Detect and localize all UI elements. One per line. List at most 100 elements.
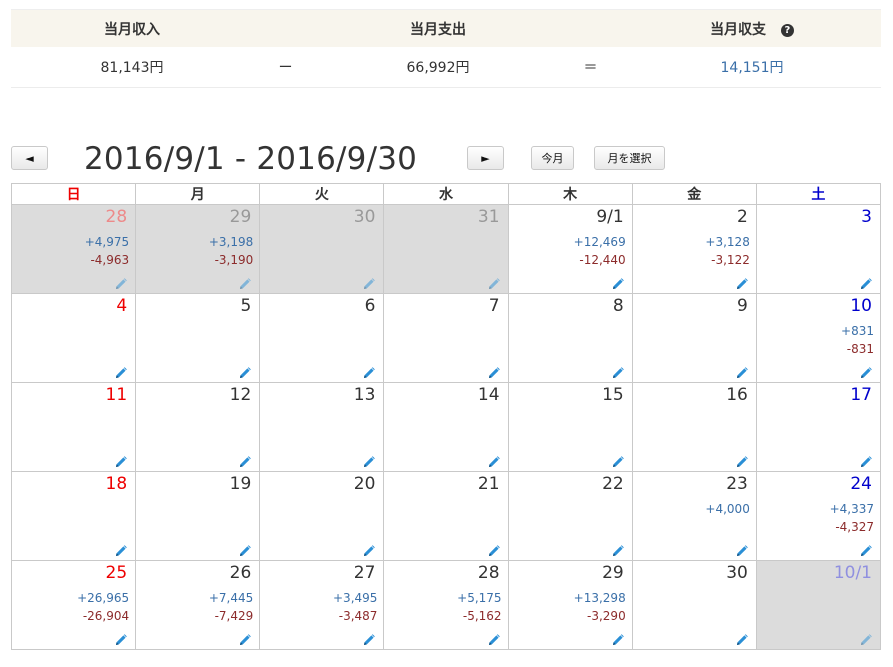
- pencil-icon[interactable]: [736, 631, 748, 645]
- help-icon[interactable]: ?: [780, 23, 794, 37]
- day-number: 12: [229, 385, 252, 405]
- weekday-mon: 月: [135, 183, 261, 205]
- pencil-icon[interactable]: [488, 275, 500, 289]
- calendar-day-cell[interactable]: 3: [755, 204, 882, 294]
- pencil-icon[interactable]: [115, 364, 127, 378]
- pencil-icon[interactable]: [736, 542, 748, 556]
- pencil-icon[interactable]: [488, 364, 500, 378]
- day-number: 7: [488, 296, 500, 316]
- pencil-icon[interactable]: [363, 453, 376, 467]
- pencil-icon[interactable]: [115, 275, 127, 289]
- calendar-day-cell[interactable]: 10/1: [755, 560, 882, 650]
- calendar-day-cell[interactable]: 10 +831 -831: [755, 293, 882, 383]
- pencil-icon[interactable]: [860, 275, 872, 289]
- calendar-day-cell[interactable]: 28 +5,175 -5,162: [383, 560, 509, 650]
- next-month-button[interactable]: ►: [467, 146, 504, 170]
- calendar-day-cell[interactable]: 12: [135, 382, 261, 472]
- pencil-icon[interactable]: [239, 542, 252, 556]
- summary-header-row: 当月収入 当月支出 当月収支 ?: [11, 9, 881, 47]
- day-number: 30: [353, 207, 376, 227]
- calendar-day-cell[interactable]: 19: [135, 471, 261, 561]
- pencil-icon[interactable]: [612, 631, 624, 645]
- calendar-day-cell[interactable]: 16: [631, 382, 757, 472]
- pencil-icon[interactable]: [239, 275, 252, 289]
- calendar-day-cell[interactable]: 24 +4,337 -4,327: [755, 471, 882, 561]
- select-month-button[interactable]: 月を選択: [594, 146, 665, 170]
- pencil-icon[interactable]: [736, 453, 748, 467]
- calendar-day-cell[interactable]: 7: [383, 293, 509, 383]
- weekday-wed: 水: [383, 183, 509, 205]
- calendar-day-cell[interactable]: 4: [10, 293, 137, 383]
- pencil-icon[interactable]: [239, 453, 252, 467]
- day-number: 27: [353, 563, 376, 583]
- calendar-day-cell[interactable]: 6: [259, 293, 385, 383]
- pencil-icon[interactable]: [363, 542, 376, 556]
- calendar-day-cell[interactable]: 20: [259, 471, 385, 561]
- calendar-day-cell[interactable]: 23 +4,000: [631, 471, 757, 561]
- weekday-sun: 日: [10, 183, 137, 205]
- calendar-day-cell[interactable]: 29 +13,298 -3,290: [507, 560, 633, 650]
- day-expense: -26,904: [82, 609, 130, 623]
- day-income: +5,175: [457, 591, 502, 605]
- this-month-button[interactable]: 今月: [531, 146, 574, 170]
- calendar-day-cell[interactable]: 29 +3,198 -3,190: [135, 204, 261, 294]
- calendar-day-cell[interactable]: 21: [383, 471, 509, 561]
- day-number: 22: [602, 474, 624, 494]
- pencil-icon[interactable]: [115, 542, 127, 556]
- pencil-icon[interactable]: [488, 542, 500, 556]
- calendar-day-cell[interactable]: 31: [383, 204, 509, 294]
- calendar-nav: ◄ 2016/9/1 - 2016/9/30 ► 今月 月を選択: [11, 140, 881, 180]
- pencil-icon[interactable]: [115, 453, 127, 467]
- pencil-icon[interactable]: [239, 631, 252, 645]
- day-number: 5: [240, 296, 252, 316]
- calendar-day-cell[interactable]: 30: [259, 204, 385, 294]
- pencil-icon[interactable]: [860, 542, 872, 556]
- day-number: 23: [726, 474, 748, 494]
- calendar-day-cell[interactable]: 9: [631, 293, 757, 383]
- calendar-day-cell[interactable]: 2 +3,128 -3,122: [631, 204, 757, 294]
- income-value: 81,143円: [100, 60, 164, 76]
- pencil-icon[interactable]: [488, 453, 500, 467]
- calendar-day-cell[interactable]: 5: [135, 293, 261, 383]
- day-income: +26,965: [77, 591, 130, 605]
- calendar-day-cell[interactable]: 11: [10, 382, 137, 472]
- pencil-icon[interactable]: [363, 364, 376, 378]
- day-expense: -5,162: [462, 609, 502, 623]
- pencil-icon[interactable]: [860, 453, 872, 467]
- calendar-day-cell[interactable]: 18: [10, 471, 137, 561]
- weekday-tue: 火: [259, 183, 385, 205]
- calendar-day-cell[interactable]: 17: [755, 382, 882, 472]
- pencil-icon[interactable]: [115, 631, 127, 645]
- calendar-day-cell[interactable]: 30: [631, 560, 757, 650]
- calendar-day-cell[interactable]: 22: [507, 471, 633, 561]
- weekday-thu: 木: [507, 183, 633, 205]
- calendar-day-cell[interactable]: 13: [259, 382, 385, 472]
- pencil-icon[interactable]: [736, 275, 748, 289]
- calendar-grid: 日 月 火 水 木 金 土 28 +4,975 -4,963 29 +3,198 -3,1…: [10, 183, 882, 650]
- pencil-icon[interactable]: [239, 364, 252, 378]
- balance-label-cell: 当月収支 ?: [623, 19, 881, 39]
- pencil-icon[interactable]: [612, 364, 624, 378]
- day-income: +7,445: [208, 591, 254, 605]
- calendar-week-row: 28 +4,975 -4,963 29 +3,198 -3,190 30 31 9/1 +12,4…: [10, 204, 882, 294]
- calendar-day-cell[interactable]: 28 +4,975 -4,963: [10, 204, 137, 294]
- pencil-icon[interactable]: [612, 275, 624, 289]
- pencil-icon[interactable]: [612, 453, 624, 467]
- pencil-icon[interactable]: [860, 631, 872, 645]
- pencil-icon[interactable]: [488, 631, 500, 645]
- calendar-day-cell[interactable]: 8: [507, 293, 633, 383]
- pencil-icon[interactable]: [860, 364, 872, 378]
- calendar-day-cell[interactable]: 9/1 +12,469 -12,440: [507, 204, 633, 294]
- calendar-day-cell[interactable]: 14: [383, 382, 509, 472]
- calendar-day-cell[interactable]: 26 +7,445 -7,429: [135, 560, 261, 650]
- pencil-icon[interactable]: [736, 364, 748, 378]
- day-number: 16: [726, 385, 748, 405]
- calendar-day-cell[interactable]: 15: [507, 382, 633, 472]
- pencil-icon[interactable]: [363, 631, 376, 645]
- prev-month-button[interactable]: ◄: [11, 146, 48, 170]
- pencil-icon[interactable]: [363, 275, 376, 289]
- day-number: 28: [105, 207, 128, 227]
- calendar-day-cell[interactable]: 27 +3,495 -3,487: [259, 560, 385, 650]
- calendar-day-cell[interactable]: 25 +26,965 -26,904: [10, 560, 137, 650]
- pencil-icon[interactable]: [612, 542, 624, 556]
